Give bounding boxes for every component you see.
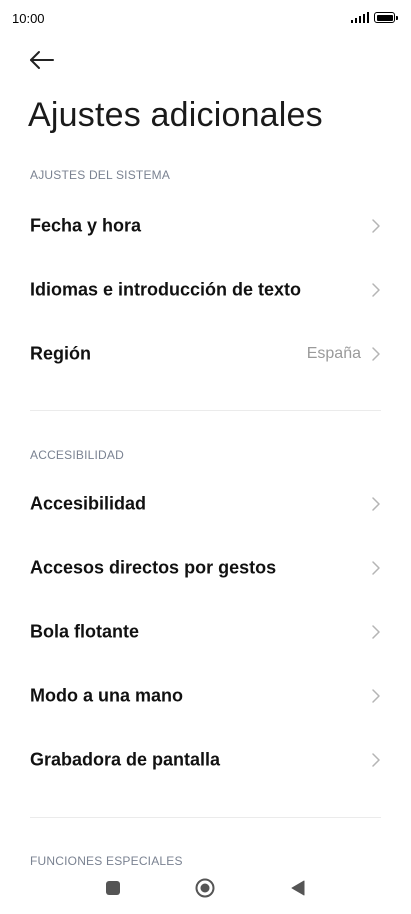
screen: 10:00 Ajustes adicionales AJUSTES DEL SI…	[0, 0, 411, 914]
row-label: Idiomas e introducción de texto	[30, 279, 302, 300]
back-button[interactable]	[26, 46, 58, 74]
signal-icon	[350, 12, 369, 23]
page-title: Ajustes adicionales	[28, 96, 323, 134]
recents-square-icon[interactable]	[106, 881, 120, 895]
row-modo-una-mano[interactable]: Modo a una mano	[0, 664, 411, 728]
row-label: Accesibilidad	[30, 493, 147, 514]
region-value: España	[306, 345, 361, 362]
chevron-right-icon	[372, 689, 380, 703]
navigation-bar	[0, 866, 411, 914]
status-time: 10:00	[12, 11, 45, 26]
row-label: Modo a una mano	[30, 685, 183, 706]
status-icons	[350, 12, 398, 23]
chevron-right-icon	[372, 753, 380, 767]
home-circle-icon[interactable]	[195, 878, 215, 898]
section-divider	[30, 817, 381, 818]
battery-icon	[374, 12, 398, 23]
row-label: Fecha y hora	[30, 215, 142, 236]
row-fecha-y-hora[interactable]: Fecha y hora	[0, 194, 411, 258]
row-region[interactable]: Región España	[0, 322, 411, 386]
row-grabadora-pantalla[interactable]: Grabadora de pantalla	[0, 728, 411, 792]
chevron-right-icon	[372, 219, 380, 233]
row-accesos-directos-gestos[interactable]: Accesos directos por gestos	[0, 536, 411, 600]
row-label: Bola flotante	[30, 621, 140, 642]
status-bar: 10:00	[0, 0, 411, 36]
row-label: Grabadora de pantalla	[30, 749, 221, 770]
chevron-right-icon	[372, 561, 380, 575]
chevron-right-icon	[372, 625, 380, 639]
chevron-right-icon	[372, 497, 380, 511]
section-header-accesibilidad: ACCESIBILIDAD	[30, 448, 124, 462]
row-label: Accesos directos por gestos	[30, 557, 277, 578]
section-divider	[30, 410, 381, 411]
row-idiomas[interactable]: Idiomas e introducción de texto	[0, 258, 411, 322]
back-triangle-icon[interactable]	[290, 880, 306, 896]
arrow-left-icon	[30, 51, 54, 69]
row-label: Región	[30, 343, 91, 364]
row-bola-flotante[interactable]: Bola flotante	[0, 600, 411, 664]
row-accesibilidad[interactable]: Accesibilidad	[0, 472, 411, 536]
section-header-ajustes-sistema: AJUSTES DEL SISTEMA	[30, 168, 171, 182]
chevron-right-icon	[372, 283, 380, 297]
chevron-right-icon	[372, 347, 380, 361]
